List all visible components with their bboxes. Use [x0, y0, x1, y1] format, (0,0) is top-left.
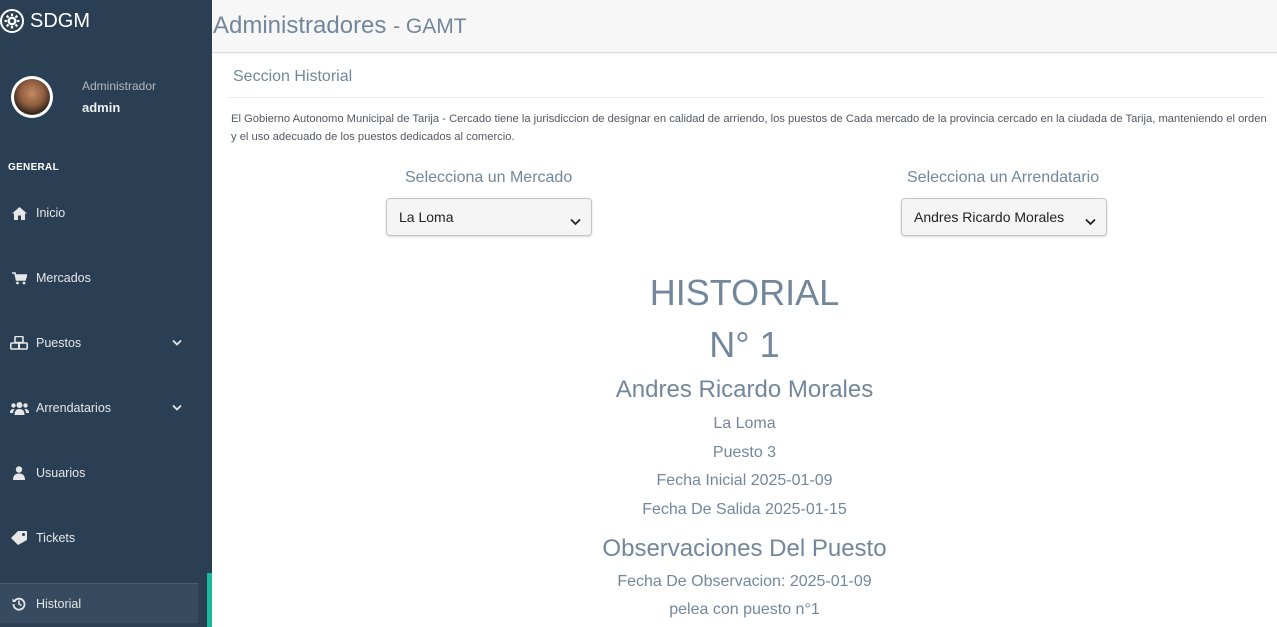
sidebar-item-arrendatarios[interactable]: Arrendatarios: [0, 388, 212, 428]
chevron-down-icon: [172, 401, 182, 415]
chevron-down-icon: [570, 213, 581, 229]
chevron-down-icon: [172, 336, 182, 350]
brand[interactable]: SDGM: [0, 6, 90, 36]
sidebar-item-usuarios[interactable]: Usuarios: [0, 453, 212, 493]
observation-text: pelea con puesto n°1: [669, 601, 820, 618]
cart-icon: [6, 271, 32, 285]
avatar: [11, 76, 53, 118]
sidebar-item-label: Usuarios: [36, 466, 86, 480]
market-select[interactable]: La Loma: [386, 198, 592, 236]
panel-title: Seccion Historial: [233, 68, 353, 85]
sidebar-item-mercados[interactable]: Mercados: [0, 258, 212, 298]
sidebar-item-label: Inicio: [36, 206, 66, 220]
observations-heading: Observaciones Del Puesto: [602, 535, 887, 562]
tenant-select[interactable]: Andres Ricardo Morales: [901, 198, 1107, 236]
page-title-main: Administradores: [213, 12, 387, 39]
sidebar-item-label: Mercados: [36, 271, 91, 285]
sidebar-item-label: Tickets: [36, 531, 76, 545]
brand-name: SDGM: [30, 9, 90, 32]
sidebar-item-tickets[interactable]: Tickets: [0, 518, 212, 558]
history-heading: HISTORIAL: [649, 272, 840, 313]
history-tenant-name: Andres Ricardo Morales: [615, 376, 874, 403]
market-select-value: La Loma: [399, 209, 454, 225]
sidebar-item-inicio[interactable]: Inicio: [0, 193, 212, 233]
observation-date: Fecha De Observacion: 2025-01-09: [617, 573, 872, 590]
history-end-date: Fecha De Salida 2025-01-15: [642, 501, 847, 518]
tenant-select-label: Selecciona un Arrendatario: [907, 169, 1100, 186]
history-icon: [6, 597, 32, 611]
sidebar-item-puestos[interactable]: Puestos: [0, 323, 212, 363]
menu-section-title: GENERAL: [8, 162, 59, 173]
market-select-label: Selecciona un Mercado: [405, 169, 573, 186]
user-icon: [6, 466, 32, 480]
sidebar-item-label: Arrendatarios: [36, 401, 112, 415]
sidebar-item-label: Historial: [36, 596, 82, 611]
cubes-icon: [6, 336, 32, 350]
history-market: La Loma: [713, 415, 776, 432]
profile-role: Administrador: [82, 79, 157, 93]
ticket-icon: [6, 531, 32, 545]
tenant-select-value: Andres Ricardo Morales: [914, 209, 1065, 225]
divider: [229, 97, 1265, 98]
history-number: N° 1: [709, 324, 780, 365]
sidebar-item-label: Puestos: [36, 336, 82, 350]
home-icon: [6, 206, 32, 220]
sidebar: SDGM Administrador admin GENERAL Inicio …: [0, 0, 212, 627]
page-title: Administradores - GAMT: [213, 12, 467, 40]
users-icon: [6, 401, 32, 415]
chevron-down-icon: [1085, 213, 1096, 229]
gear-icon: [0, 9, 24, 33]
profile-username: admin: [82, 100, 121, 115]
page-title-sub: - GAMT: [393, 15, 467, 38]
history-start-date: Fecha Inicial 2025-01-09: [656, 472, 833, 489]
sidebar-item-historial[interactable]: Historial: [0, 583, 198, 623]
panel-description: El Gobierno Autonomo Municipal de Tarija…: [231, 113, 1267, 143]
history-stall: Puesto 3: [712, 444, 777, 461]
top-bar: Administradores - GAMT: [212, 0, 1277, 53]
user-profile: Administrador admin: [11, 76, 156, 118]
